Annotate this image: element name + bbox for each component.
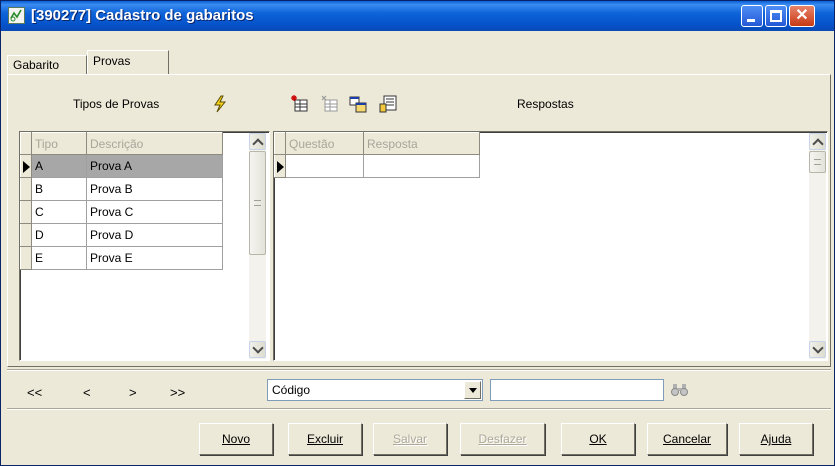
tipos-de-provas-label: Tipos de Provas — [73, 97, 160, 111]
grip-icon — [814, 159, 821, 165]
current-row-arrow-icon — [277, 161, 284, 173]
column-header-descricao[interactable]: Descrição — [86, 132, 223, 155]
chevron-up-icon — [812, 138, 824, 150]
tipos-scrollbar[interactable] — [249, 133, 266, 359]
button-row: Novo Excluir Salvar Desfazer OK Cancelar… — [1, 413, 835, 463]
desfazer-button[interactable]: Desfazer — [460, 423, 545, 455]
minimize-icon — [747, 19, 755, 22]
table-row[interactable]: A Prova A — [20, 154, 223, 178]
novo-button[interactable]: Novo — [199, 423, 273, 455]
chevron-down-icon — [812, 342, 824, 354]
scroll-down-button[interactable] — [809, 341, 826, 358]
delete-record-icon[interactable] — [321, 95, 339, 113]
ajuda-button[interactable]: Ajuda — [739, 423, 813, 455]
cell-tipo[interactable]: E — [31, 246, 87, 270]
cell-descricao[interactable]: Prova E — [86, 246, 223, 270]
current-row-arrow-icon — [23, 161, 30, 173]
cancelar-button[interactable]: Cancelar — [647, 423, 727, 455]
row-indicator — [274, 154, 286, 178]
lightning-icon[interactable] — [211, 95, 229, 113]
column-header-tipo[interactable]: Tipo — [31, 132, 87, 155]
table-row[interactable]: D Prova D — [20, 223, 223, 247]
table-row[interactable]: B Prova B — [20, 177, 223, 201]
cell-tipo[interactable]: D — [31, 223, 87, 247]
respostas-label: Respostas — [517, 97, 574, 111]
tab-gabarito[interactable]: Gabarito — [7, 55, 87, 74]
separator — [7, 408, 831, 410]
maximize-icon — [770, 10, 782, 22]
excluir-button[interactable]: Excluir — [288, 423, 362, 455]
new-record-icon[interactable] — [291, 95, 309, 113]
scroll-down-button[interactable] — [249, 341, 266, 358]
chevron-down-icon — [469, 388, 477, 393]
title-bar[interactable]: [390277] Cadastro de gabaritos ✕ — [1, 1, 834, 31]
navigation-bar: << < > >> Código — [7, 373, 831, 407]
column-header-questao[interactable]: Questão — [285, 132, 364, 155]
copy-icon[interactable] — [349, 95, 367, 113]
tipos-grid[interactable]: Tipo Descrição A Prova A B Prova B C Pro… — [19, 131, 270, 361]
cell-descricao[interactable]: Prova C — [86, 200, 223, 224]
cell-descricao[interactable]: Prova D — [86, 223, 223, 247]
search-input[interactable] — [490, 379, 664, 401]
table-row[interactable]: C Prova C — [20, 200, 223, 224]
cell-tipo[interactable]: C — [31, 200, 87, 224]
separator — [7, 369, 831, 371]
row-indicator — [20, 154, 32, 178]
cell-questao[interactable] — [285, 154, 364, 178]
minimize-button[interactable] — [741, 5, 763, 27]
scroll-up-button[interactable] — [809, 133, 826, 150]
respostas-scrollbar[interactable] — [809, 133, 826, 359]
table-row[interactable] — [274, 154, 480, 178]
window-title: [390277] Cadastro de gabaritos — [31, 7, 254, 24]
cell-descricao[interactable]: Prova B — [86, 177, 223, 201]
cell-tipo[interactable]: A — [31, 154, 87, 178]
first-record-button[interactable]: << — [27, 385, 42, 400]
search-field-value: Código — [272, 383, 311, 397]
cell-resposta[interactable] — [363, 154, 480, 178]
salvar-button[interactable]: Salvar — [373, 423, 447, 455]
search-field-select[interactable]: Código — [267, 379, 483, 401]
maximize-button[interactable] — [765, 5, 787, 27]
grip-icon — [254, 200, 261, 206]
ok-button[interactable]: OK — [561, 423, 635, 455]
scroll-up-button[interactable] — [249, 133, 266, 150]
close-button[interactable]: ✕ — [789, 5, 815, 27]
chevron-down-icon — [252, 342, 264, 354]
tab-provas[interactable]: Provas — [87, 50, 169, 74]
last-record-button[interactable]: >> — [170, 385, 185, 400]
row-indicator — [20, 177, 32, 201]
cell-descricao[interactable]: Prova A — [86, 154, 223, 178]
previous-record-button[interactable]: < — [83, 385, 91, 400]
dropdown-button[interactable] — [464, 381, 481, 399]
respostas-grid[interactable]: Questão Resposta — [273, 131, 828, 361]
next-record-button[interactable]: > — [129, 385, 137, 400]
close-icon: ✕ — [795, 7, 809, 24]
column-header-resposta[interactable]: Resposta — [363, 132, 480, 155]
app-icon — [8, 7, 25, 24]
row-indicator — [20, 223, 32, 247]
scroll-thumb[interactable] — [809, 151, 826, 173]
window: [390277] Cadastro de gabaritos ✕ Gabarit… — [0, 0, 835, 466]
table-row[interactable]: E Prova E — [20, 246, 223, 270]
chevron-up-icon — [252, 138, 264, 150]
header-indicator — [274, 132, 286, 155]
row-indicator — [20, 246, 32, 270]
cell-tipo[interactable]: B — [31, 177, 87, 201]
import-icon[interactable] — [379, 95, 397, 113]
header-indicator — [20, 132, 32, 155]
scroll-thumb[interactable] — [249, 151, 266, 255]
grid-toolbar: Tipos de Provas Respostas — [15, 89, 825, 119]
row-indicator — [20, 200, 32, 224]
binoculars-icon[interactable] — [671, 383, 689, 400]
